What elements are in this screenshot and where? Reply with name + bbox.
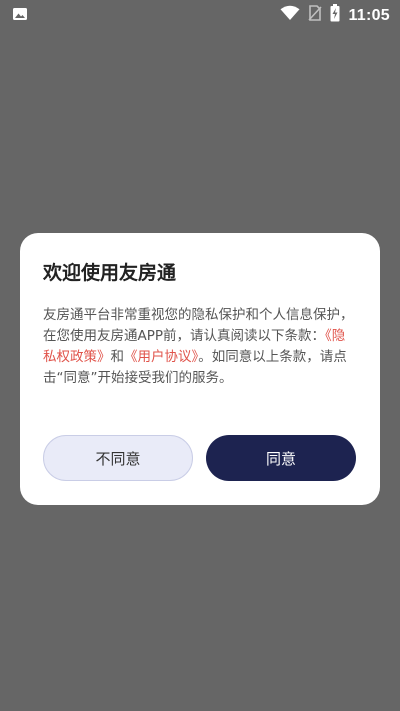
no-sim-icon [308,5,323,26]
privacy-consent-dialog: 欢迎使用友房通 友房通平台非常重视您的隐私保护和个人信息保护，在您使用友房通AP… [20,233,380,505]
agree-button[interactable]: 同意 [206,435,356,481]
user-agreement-link[interactable]: 《用户协议》 [124,349,198,365]
wifi-icon [280,5,300,26]
battery-charging-icon [330,4,340,27]
message-text-part1: 友房通平台非常重视您的隐私保护和个人信息保护，在您使用友房通APP前，请认真阅读… [43,307,354,344]
dialog-title: 欢迎使用友房通 [43,262,177,284]
connector-text: 和 [110,349,125,365]
disagree-button[interactable]: 不同意 [43,435,193,481]
clock: 11:05 [348,6,390,24]
dialog-message: 友房通平台非常重视您的隐私保护和个人信息保护，在您使用友房通APP前，请认真阅读… [43,305,358,389]
image-notification-icon [12,6,28,27]
status-bar: 11:05 [0,0,400,28]
